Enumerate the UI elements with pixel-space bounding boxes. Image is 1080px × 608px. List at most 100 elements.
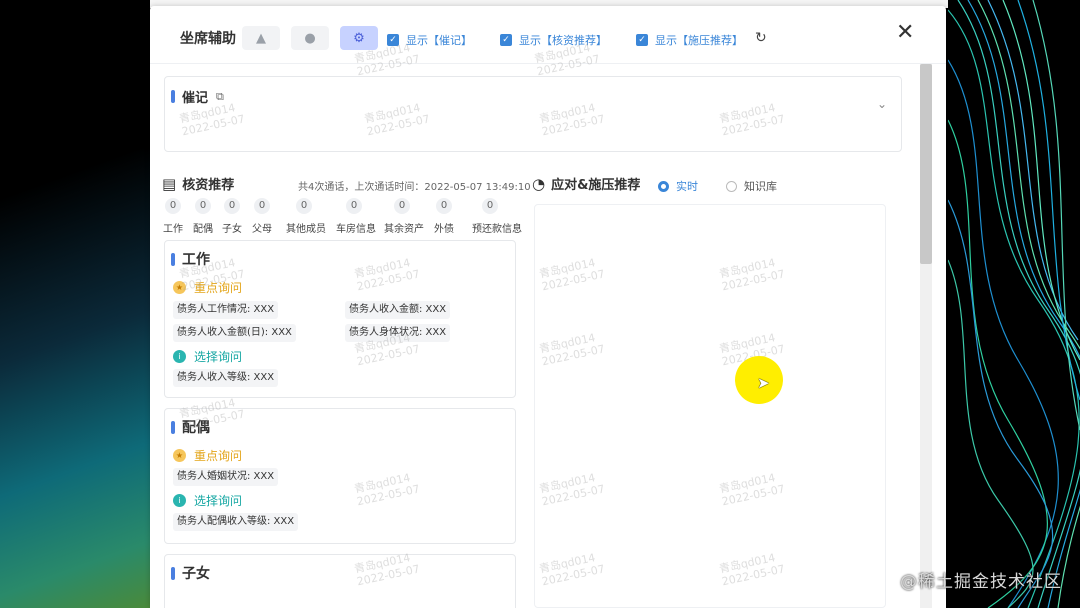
checkbox-checked-icon: ✓: [387, 34, 399, 46]
star-icon: ★: [173, 281, 186, 294]
building-button[interactable]: ▲: [242, 26, 280, 50]
optional-question-heading: i 选择询问: [173, 492, 242, 509]
refresh-icon[interactable]: ↻: [755, 30, 767, 46]
asset-check-icon: ▤: [162, 174, 177, 193]
info-tag: 债务人婚姻状况: XXX: [173, 468, 279, 486]
dashboard-icon: ◔: [532, 174, 546, 193]
info-icon: i: [173, 494, 186, 507]
knowledge-base-radio[interactable]: 知识库: [726, 178, 777, 194]
section-marker: [171, 252, 175, 266]
swirl-art: [948, 0, 1080, 608]
count-label: 外债: [434, 224, 454, 235]
pressure-content-area: [534, 204, 886, 608]
hezi-title: 核资推荐: [182, 178, 235, 193]
card-title: 配偶: [171, 417, 210, 437]
card-title: 工作: [171, 249, 210, 269]
info-tag: 债务人收入等级: XXX: [173, 369, 279, 387]
user-button[interactable]: ●: [291, 26, 329, 50]
copy-icon[interactable]: ⧉: [216, 90, 224, 104]
key-question-heading: ★ 重点询问: [173, 447, 242, 464]
count-item[interactable]: 0 其他成员: [286, 198, 326, 235]
card-work: 工作 ★ 重点询问 债务人工作情况: XXX 债务人收入金额: XXX 债务人收…: [164, 240, 516, 398]
count-item[interactable]: 0 父母: [244, 198, 280, 235]
dialog-header: 坐席辅助 ▲ ● ⚙ ✓ 显示【催记】 ✓ 显示【核资推荐】 ✓ 显示【施压推荐…: [150, 6, 946, 64]
cuiji-title: 催记 ⧉: [171, 87, 224, 106]
optional-question-heading: i 选择询问: [173, 348, 242, 365]
count-badge: 0: [165, 198, 181, 214]
optional-question-label: 选择询问: [194, 350, 243, 364]
count-badge: 0: [394, 198, 410, 214]
desktop-background-right: [948, 0, 1080, 608]
chevron-down-icon[interactable]: ⌄: [877, 97, 887, 111]
show-cuiji-checkbox[interactable]: ✓ 显示【催记】: [387, 32, 472, 48]
gear-icon: ⚙: [353, 30, 365, 46]
count-label: 预还款信息: [472, 224, 522, 235]
count-label: 车房信息: [336, 224, 376, 235]
key-question-heading: ★ 重点询问: [173, 279, 242, 296]
show-shiya-checkbox[interactable]: ✓ 显示【施压推荐】: [636, 32, 743, 48]
count-label: 其余资产: [384, 224, 424, 235]
radio-unselected-icon: [726, 180, 737, 192]
show-cuiji-label: 显示【催记】: [406, 34, 472, 47]
settings-button[interactable]: ⚙: [340, 26, 378, 50]
info-tag: 债务人配偶收入等级: XXX: [173, 513, 299, 531]
count-label: 父母: [252, 224, 272, 235]
optional-question-label: 选择询问: [194, 494, 243, 508]
count-badge: 0: [195, 198, 211, 214]
info-icon: i: [173, 350, 186, 363]
count-badge: 0: [254, 198, 270, 214]
section-marker: [171, 566, 175, 580]
show-hezi-label: 显示【核资推荐】: [519, 34, 607, 47]
card-title-text: 配偶: [182, 420, 210, 436]
card-children: 子女: [164, 554, 516, 608]
info-tag: 债务人收入金额(日): XXX: [173, 324, 296, 342]
section-marker: [171, 90, 175, 103]
pressure-title: 应对&施压推荐: [551, 178, 641, 193]
card-spouse: 配偶 ★ 重点询问 债务人婚姻状况: XXX i 选择询问 债务人配偶收入等级:…: [164, 408, 516, 544]
agent-assist-dialog: 坐席辅助 ▲ ● ⚙ ✓ 显示【催记】 ✓ 显示【核资推荐】 ✓ 显示【施压推荐…: [150, 6, 946, 608]
dialog-title: 坐席辅助: [180, 31, 236, 47]
count-badge: 0: [482, 198, 498, 214]
info-tag: 债务人工作情况: XXX: [173, 301, 279, 319]
card-title-text: 工作: [182, 252, 210, 268]
realtime-radio[interactable]: 实时: [658, 178, 698, 194]
count-badge: 0: [346, 198, 362, 214]
hezi-header: ▤ 核资推荐: [162, 174, 235, 194]
building-icon: ▲: [256, 30, 266, 46]
checkbox-checked-icon: ✓: [500, 34, 512, 46]
count-item[interactable]: 0 外债: [426, 198, 462, 235]
count-item[interactable]: 0 车房信息: [336, 198, 376, 235]
cuiji-panel: 催记 ⧉ ⌄: [164, 76, 902, 152]
count-badge: 0: [436, 198, 452, 214]
call-stat: 共4次通话，上次通话时间：2022-05-07 13:49:10: [298, 182, 531, 193]
pressure-header: ◔ 应对&施压推荐: [532, 174, 641, 194]
count-badge: 0: [224, 198, 240, 214]
scrollbar-thumb[interactable]: [920, 64, 932, 264]
realtime-label: 实时: [676, 180, 698, 193]
key-question-label: 重点询问: [194, 449, 243, 463]
info-tag: 债务人收入金额: XXX: [345, 301, 451, 319]
section-marker: [171, 420, 175, 434]
info-tag: 债务人身体状况: XXX: [345, 324, 451, 342]
show-hezi-checkbox[interactable]: ✓ 显示【核资推荐】: [500, 32, 607, 48]
mouse-cursor-icon: ➤: [757, 374, 770, 392]
count-item[interactable]: 0 预还款信息: [472, 198, 522, 235]
knowledge-base-label: 知识库: [744, 180, 777, 193]
card-title: 子女: [171, 563, 210, 583]
star-icon: ★: [173, 449, 186, 462]
cuiji-title-text: 催记: [182, 91, 209, 106]
count-badge: 0: [296, 198, 312, 214]
user-icon: ●: [304, 30, 316, 46]
card-title-text: 子女: [182, 566, 210, 582]
close-icon[interactable]: ✕: [896, 20, 914, 45]
checkbox-checked-icon: ✓: [636, 34, 648, 46]
desktop-background-left: [0, 0, 150, 608]
count-item[interactable]: 0 其余资产: [384, 198, 424, 235]
category-counts: 0 工作 0 配偶 0 子女 0 父母 0 其他成员 0 车房信息 0 其余资产…: [160, 198, 522, 238]
key-question-label: 重点询问: [194, 281, 243, 295]
radio-selected-icon: [658, 180, 669, 192]
count-label: 其他成员: [286, 224, 326, 235]
dialog-scrollbar[interactable]: [920, 64, 932, 608]
show-shiya-label: 显示【施压推荐】: [655, 34, 743, 47]
corner-watermark: @稀土掘金技术社区: [900, 572, 1062, 592]
